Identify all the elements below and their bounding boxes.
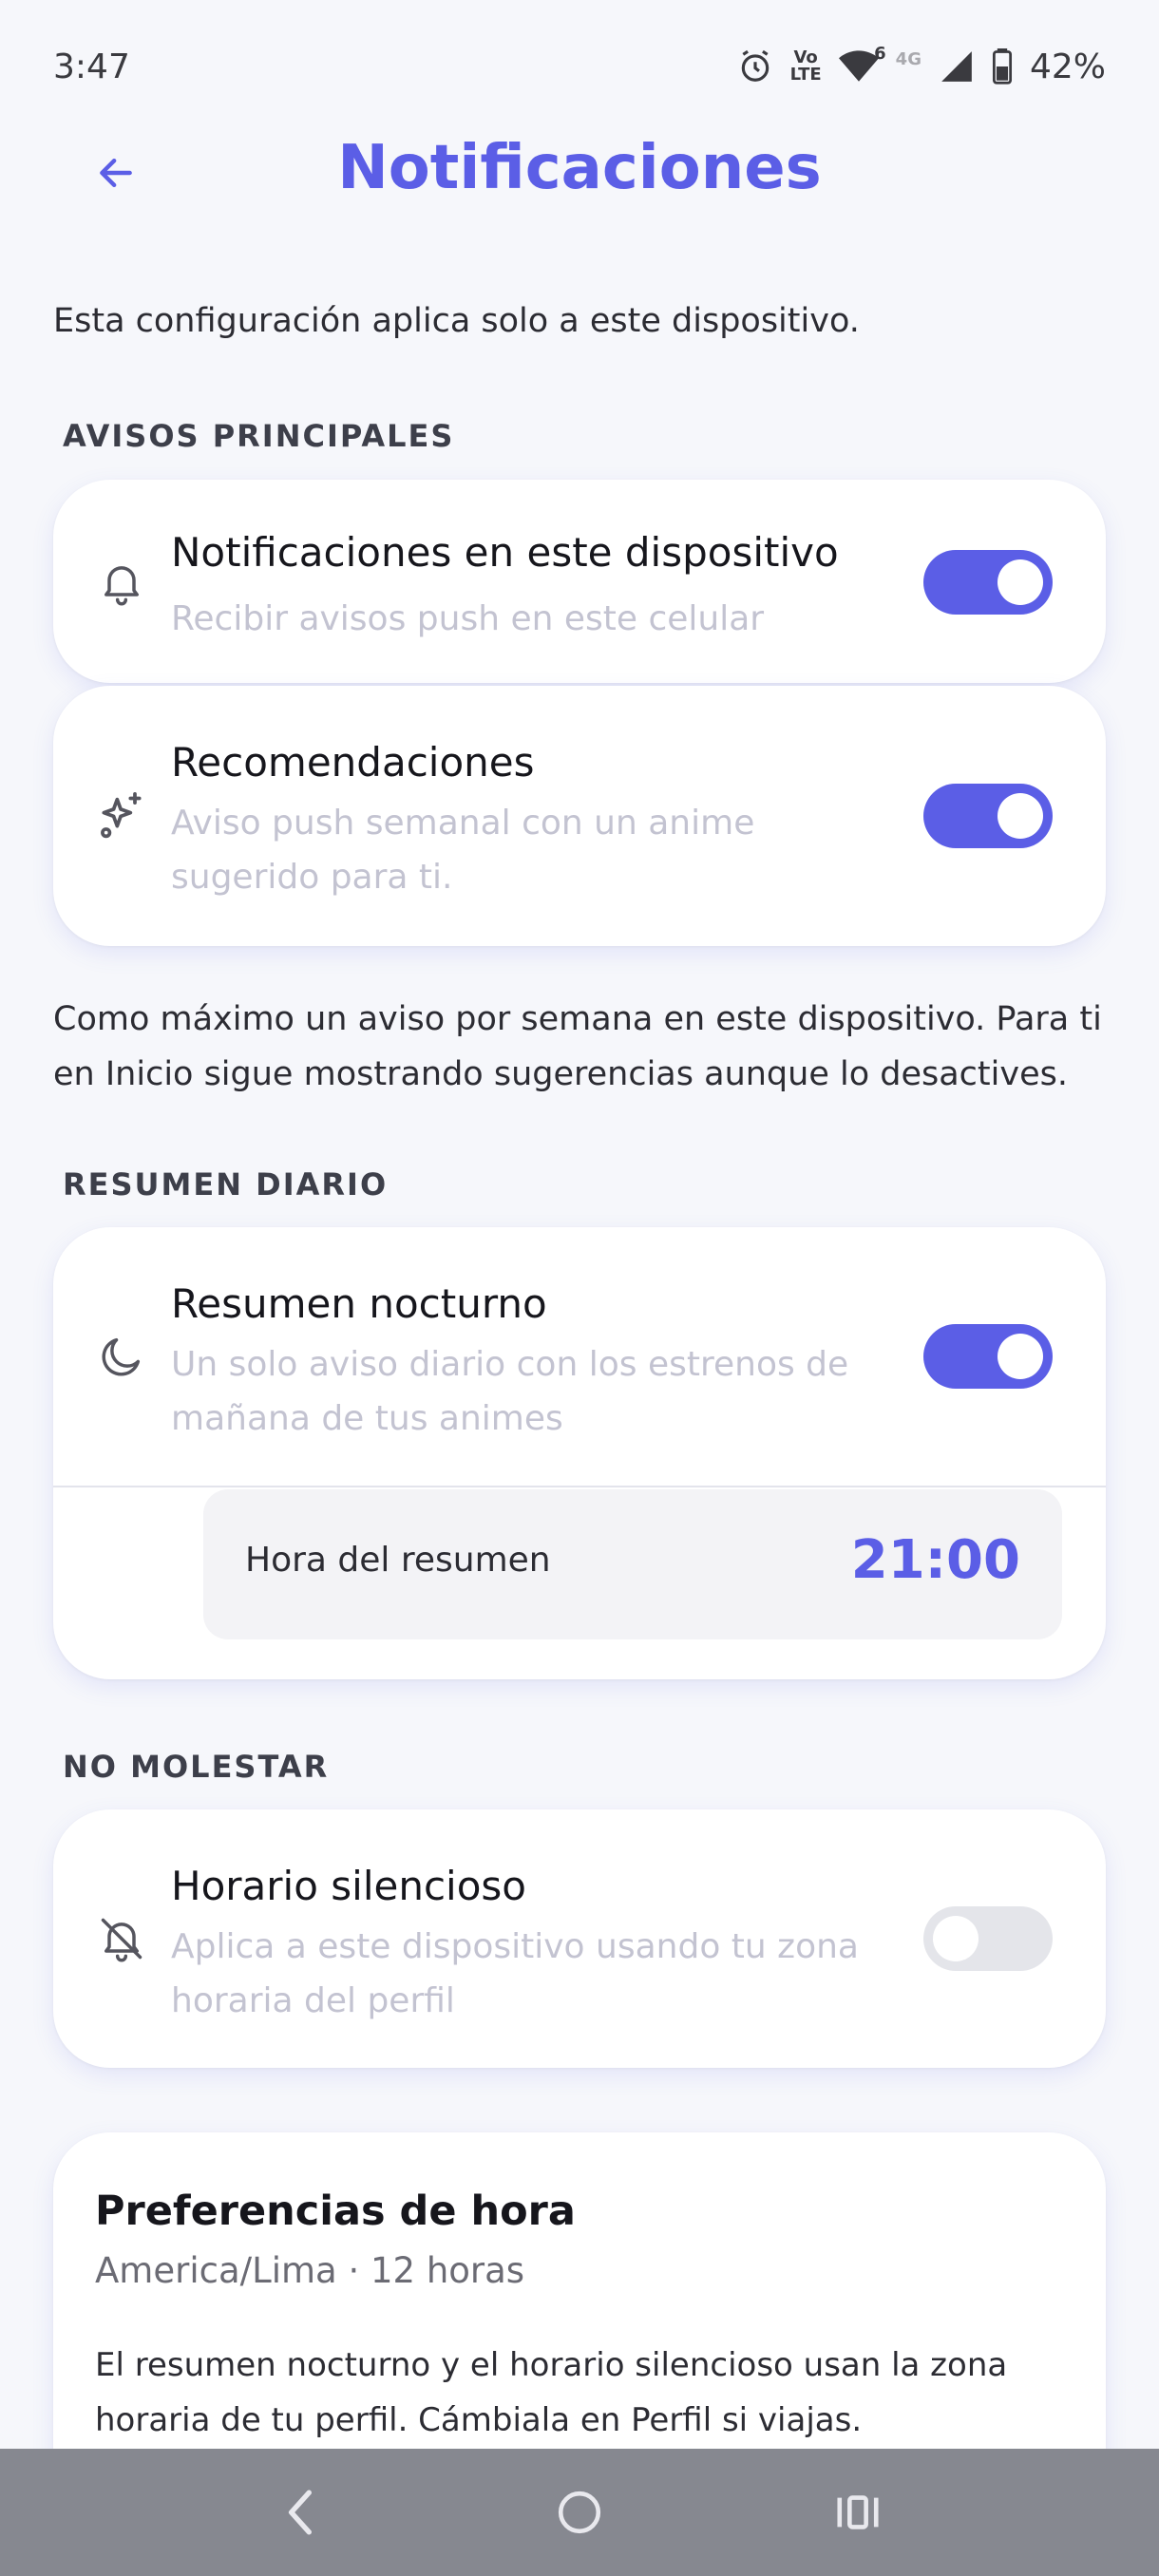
daily-summary-card: Resumen nocturno Un solo aviso diario co…: [53, 1227, 1106, 1679]
time-preferences-text: El resumen nocturno y el horario silenci…: [95, 2346, 1008, 2439]
summary-time-value: 21:00: [850, 1529, 1020, 1591]
device-notifications-row[interactable]: Notificaciones en este dispositivo Recib…: [53, 480, 1106, 683]
nightly-summary-title: Resumen nocturno: [171, 1280, 547, 1327]
header: Notificaciones: [0, 123, 1159, 218]
toggle-knob: [998, 1334, 1043, 1379]
recommendations-subtitle: Aviso push semanal con un anime sugerido…: [171, 804, 755, 897]
wifi-badge: 6: [874, 44, 886, 64]
device-notifications-card: Notificaciones en este dispositivo Recib…: [53, 480, 1106, 683]
recommendations-card: Recomendaciones Aviso push semanal con u…: [53, 686, 1106, 946]
intro-text: Esta configuración aplica solo a este di…: [53, 302, 860, 340]
status-icons: Vo LTE 6 4G 42%: [737, 46, 1106, 86]
section-label-dnd: NO MOLESTAR: [63, 1749, 330, 1785]
toggle-knob: [998, 559, 1043, 605]
device-notifications-title: Notificaciones en este dispositivo: [171, 529, 839, 576]
notifications-screen: 3:47 Vo LTE 6 4G 42% Notificaciones Esta…: [0, 0, 1159, 2576]
nightly-summary-row[interactable]: Resumen nocturno Un solo aviso diario co…: [53, 1227, 1106, 1486]
quiet-hours-row[interactable]: Horario silencioso Aplica a este disposi…: [53, 1809, 1106, 2068]
device-notifications-toggle[interactable]: [923, 550, 1053, 615]
volte-icon: Vo LTE: [789, 47, 822, 85]
wifi-icon: 6: [838, 46, 886, 84]
recommendations-toggle[interactable]: [923, 784, 1053, 848]
quiet-hours-subtitle: Aplica a este dispositivo usando tu zona…: [171, 1927, 859, 2020]
quiet-hours-title: Horario silencioso: [171, 1863, 526, 1909]
battery-percent: 42%: [1029, 47, 1106, 86]
sparkles-icon: [93, 786, 150, 843]
network-type: 4G: [895, 49, 922, 69]
summary-time-label: Hora del resumen: [245, 1541, 551, 1580]
system-nav-bar: [0, 2449, 1159, 2576]
recents-icon: [837, 2495, 879, 2529]
card-divider: [53, 1486, 1106, 1487]
page-title: Notificaciones: [337, 133, 822, 203]
quiet-hours-toggle[interactable]: [923, 1906, 1053, 1971]
device-notifications-subtitle: Recibir avisos push en este celular: [171, 599, 765, 638]
circle-home-icon: [558, 2491, 601, 2534]
section-label-daily: RESUMEN DIARIO: [63, 1166, 389, 1203]
nav-recents-button[interactable]: [815, 2470, 901, 2555]
battery-icon: [992, 48, 1013, 85]
section-label-main: AVISOS PRINCIPALES: [63, 418, 455, 454]
time-preferences-title: Preferencias de hora: [95, 2188, 576, 2235]
time-preferences-subtitle: America/Lima · 12 horas: [95, 2250, 525, 2291]
bell-icon: [93, 554, 150, 611]
status-bar: 3:47 Vo LTE 6 4G 42%: [0, 0, 1159, 133]
quiet-hours-card: Horario silencioso Aplica a este disposi…: [53, 1809, 1106, 2068]
recommendations-title: Recomendaciones: [171, 739, 535, 786]
alarm-icon: [737, 48, 773, 85]
recommendations-row[interactable]: Recomendaciones Aviso push semanal con u…: [53, 686, 1106, 946]
signal-icon: [939, 48, 975, 85]
moon-icon: [93, 1328, 150, 1385]
status-time: 3:47: [53, 47, 130, 86]
summary-time-selector[interactable]: Hora del resumen 21:00: [203, 1489, 1062, 1639]
nightly-summary-subtitle: Un solo aviso diario con los estrenos de…: [171, 1345, 849, 1438]
toggle-knob: [933, 1916, 978, 1961]
toggle-knob: [998, 793, 1043, 839]
chevron-left-icon: [288, 2490, 312, 2535]
nightly-summary-toggle[interactable]: [923, 1324, 1053, 1389]
nav-home-button[interactable]: [537, 2470, 622, 2555]
bell-off-icon: [93, 1910, 150, 1967]
nav-back-button[interactable]: [258, 2470, 344, 2555]
recommendations-note: Como máximo un aviso por semana en este …: [53, 1000, 1102, 1093]
